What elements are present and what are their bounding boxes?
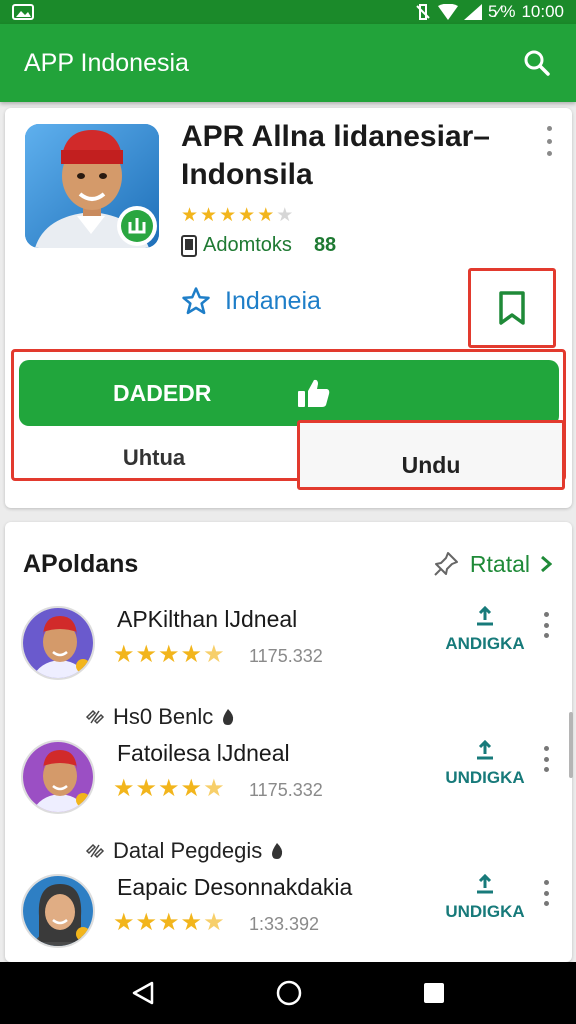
star-icon: ★ [203,775,225,802]
rating-stars: ★ ★ ★ ★ ★ ★ [181,204,293,227]
battery-percent: 5⁄% [488,2,516,21]
star-icon: ★ [158,909,180,936]
pin-icon [434,552,458,576]
download-count: 1175.332 [249,646,323,666]
star-icon: ★ [113,775,135,802]
download-icon [477,606,493,626]
list-item-title: Eapaic Desonnakdakia [117,874,353,900]
app-bar-title: APP Indonesia [24,48,189,77]
more-options-button[interactable] [544,746,550,772]
more-options-button[interactable] [544,880,550,906]
star-icon: ★ [180,775,203,802]
app-icon[interactable] [25,124,159,248]
star-icon: ★ [135,909,158,936]
star-icon: ★ [158,775,180,802]
star-icon: ★ [180,909,203,936]
download-button[interactable]: UNDIGKA [435,740,535,788]
star-icon: ★ [181,205,199,226]
avatar [21,874,95,948]
avatar [21,606,95,680]
star-outline-icon [182,287,210,315]
install-label: DADEDR [113,379,212,406]
back-icon[interactable] [130,980,156,1006]
list-item-title: Fatoilesa lJdneal [117,740,290,766]
link-icon [85,843,105,859]
list-item-title: APKilthan lJdneal [117,606,298,632]
star-icon: ★ [203,909,225,936]
fire-icon [223,709,234,725]
rating-stars: ★ ★ ★ ★ ★ [113,640,225,669]
secondary-button-right[interactable]: Undu [297,420,565,490]
more-options-button[interactable] [544,612,550,638]
search-button[interactable] [522,48,552,78]
star-icon: ★ [180,641,203,668]
more-options-button[interactable] [544,126,554,156]
download-label: UNDIGKA [445,902,525,921]
star-icon: ★ [238,205,256,226]
app-title: APR Allna lidanesiar– Indonsila [181,120,490,191]
developer-count: 88 [313,234,337,256]
list-item-tag: Datal Pegdegis [85,838,284,864]
star-icon: ★ [113,909,135,936]
scrollbar[interactable] [569,712,573,778]
download-count: 1:33.392 [249,914,320,934]
download-button[interactable]: ANDIGKA [435,606,535,654]
star-empty-icon: ★ [276,205,294,226]
app-bar: APP Indonesia [0,24,576,102]
clock: 10:00 [521,2,564,21]
link-icon [85,709,105,725]
star-icon: ★ [113,641,135,668]
apps-list-card: APoldans Rtatal APKilthan lJdneal ★ ★ ★ ★ ★ … [5,522,572,962]
star-icon: ★ [135,775,158,802]
phone-icon [181,234,197,257]
download-button[interactable]: UNDIGKA [435,874,535,922]
status-bar: 5⁄% 10:00 [0,0,576,24]
download-icon [477,740,493,760]
signal-icon [464,4,483,20]
vibrate-icon [416,4,430,20]
developer-row[interactable]: Adomtoks 88 [181,234,336,257]
rating-stars: ★ ★ ★ ★ ★ [113,774,225,803]
star-icon: ★ [203,641,225,668]
secondary-button-left[interactable]: Uhtua [19,436,289,480]
home-icon[interactable] [275,979,303,1007]
recents-icon[interactable] [422,981,446,1005]
search-icon [524,50,550,76]
navigation-bar [0,962,576,1024]
fire-icon [272,843,283,859]
wifi-icon [438,4,459,20]
star-icon: ★ [135,641,158,668]
download-label: UNDIGKA [445,768,525,787]
download-count: 1175.332 [249,780,323,800]
section-title: APoldans [23,550,139,578]
install-button[interactable]: DADEDR [19,360,559,426]
star-half-icon: ★ [257,205,275,226]
section-more-link[interactable]: Rtatal [432,550,552,578]
star-icon: ★ [200,205,218,226]
image-notification-icon [12,4,34,20]
app-detail-card: APR Allna lidanesiar– Indonsila ★ ★ ★ ★ … [5,108,572,508]
list-item-tag: Hs0 Benlc [85,704,235,730]
section-more-label: Rtatal [469,550,530,577]
download-icon [477,874,493,894]
star-icon: ★ [158,641,180,668]
download-label: ANDIGKA [445,634,525,653]
developer-name: Adomtoks [203,234,292,256]
star-icon: ★ [219,205,237,226]
rating-stars: ★ ★ ★ ★ ★ [113,908,225,937]
bookmark-button[interactable] [468,268,556,348]
list-item-tag-label: Datal Pegdegis [113,838,263,863]
chevron-right-icon [541,555,552,573]
wishlist-row[interactable]: Indaneia [181,286,321,316]
bookmark-icon [499,291,525,325]
avatar [21,740,95,814]
thumbs-up-icon [298,379,330,407]
wishlist-label: Indaneia [225,286,321,315]
list-item-tag-label: Hs0 Benlc [113,704,214,729]
